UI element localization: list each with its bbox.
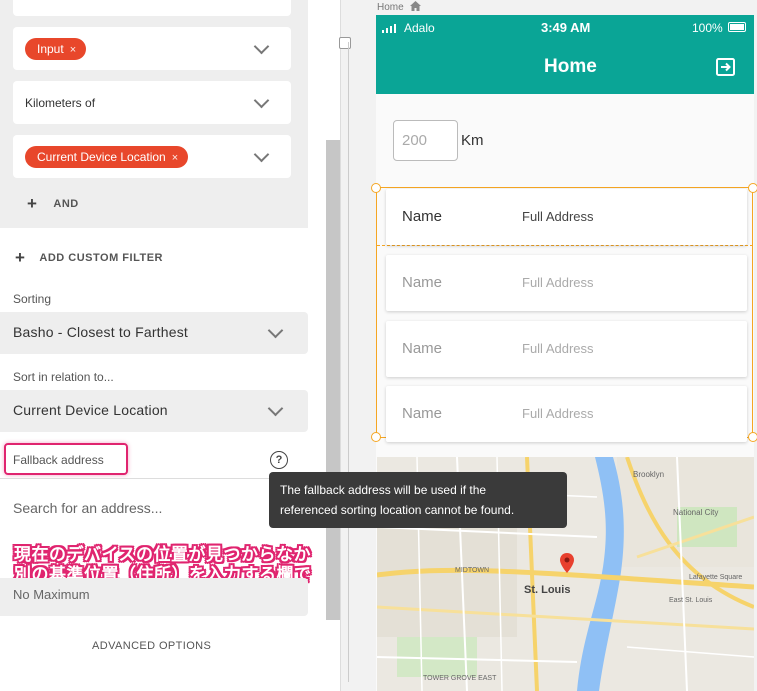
map-city-label: St. Louis	[524, 584, 571, 596]
distance-unit: Km	[461, 132, 484, 149]
max-select[interactable]: No Maximum	[0, 578, 308, 616]
chevron-down-icon[interactable]	[253, 92, 270, 109]
plus-icon: +	[15, 248, 25, 267]
map-label: National City	[673, 508, 719, 517]
help-tooltip: The fallback address will be used if the…	[269, 472, 567, 528]
tooltip-line-1: The fallback address will be used if the	[280, 483, 487, 497]
list-item[interactable]: Name Full Address	[386, 386, 747, 442]
add-custom-filter-button[interactable]: + ADD CUSTOM FILTER	[15, 248, 163, 268]
filter-row-location[interactable]: Current Device Location ×	[13, 135, 291, 178]
chevron-down-icon[interactable]	[253, 38, 270, 55]
connector-handle[interactable]	[339, 37, 351, 49]
chip-remove-icon[interactable]: ×	[172, 152, 178, 164]
resize-handle[interactable]	[371, 183, 381, 193]
resize-handle[interactable]	[748, 432, 757, 442]
plus-icon: +	[27, 194, 37, 213]
map-label: Brooklyn	[633, 470, 665, 479]
map-label: TOWER GROVE EAST	[423, 675, 497, 682]
filter-row-distance[interactable]: Kilometers of	[13, 81, 291, 124]
signal-icon	[382, 24, 396, 33]
chevron-down-icon	[267, 400, 284, 417]
distance-label: Kilometers of	[25, 96, 96, 110]
sort-relation-label: Sort in relation to...	[13, 370, 114, 384]
page-title: Home	[544, 56, 597, 77]
sort-relation-select[interactable]: Current Device Location	[0, 390, 308, 432]
location-chip[interactable]: Current Device Location ×	[25, 146, 189, 168]
fallback-address-input[interactable]: Search for an address...	[0, 478, 308, 537]
sorting-label: Sorting	[13, 292, 52, 306]
battery-icon	[728, 22, 746, 32]
tooltip-line-2: referenced sorting location cannot be fo…	[280, 503, 515, 517]
help-icon[interactable]: ?	[270, 451, 288, 469]
screen-label[interactable]: Home	[377, 1, 422, 13]
resize-handle[interactable]	[371, 432, 381, 442]
home-icon	[410, 1, 422, 11]
list-item[interactable]: Name Full Address	[386, 255, 747, 311]
sorting-select[interactable]: Basho - Closest to Farthest	[0, 312, 308, 354]
and-button[interactable]: + AND	[27, 194, 79, 214]
canvas-divider	[340, 0, 341, 691]
chevron-down-icon[interactable]	[253, 146, 270, 163]
map-label: East St. Louis	[669, 597, 713, 604]
distance-input[interactable]: 200	[393, 120, 458, 161]
panel-scrollbar-thumb[interactable]	[326, 140, 340, 620]
advanced-options-link[interactable]: ADVANCED OPTIONS	[92, 640, 211, 652]
status-bar: Adalo 3:49 AM 100%	[376, 15, 754, 42]
connector-line	[348, 42, 349, 682]
fallback-address-label: Fallback address	[13, 453, 104, 467]
properties-panel: Input × Kilometers of Current Device Loca…	[0, 0, 326, 691]
list-item[interactable]: Name Full Address	[386, 189, 747, 245]
map-label: MIDTOWN	[455, 567, 490, 574]
input-chip[interactable]: Input ×	[25, 38, 87, 60]
chevron-down-icon	[267, 322, 284, 339]
list-item[interactable]: Name Full Address	[386, 321, 747, 377]
filter-row-input[interactable]: Input ×	[13, 27, 291, 70]
chip-remove-icon[interactable]: ×	[70, 44, 76, 56]
app-bar: Home	[376, 42, 754, 94]
resize-handle[interactable]	[748, 183, 757, 193]
logout-icon[interactable]	[716, 58, 736, 76]
map-pin-icon[interactable]	[560, 553, 574, 573]
list-item-guide	[377, 245, 753, 246]
map-label: Lafayette Square	[689, 574, 743, 581]
filter-row-top[interactable]	[13, 0, 291, 16]
fallback-address-placeholder: Search for an address...	[13, 500, 163, 516]
